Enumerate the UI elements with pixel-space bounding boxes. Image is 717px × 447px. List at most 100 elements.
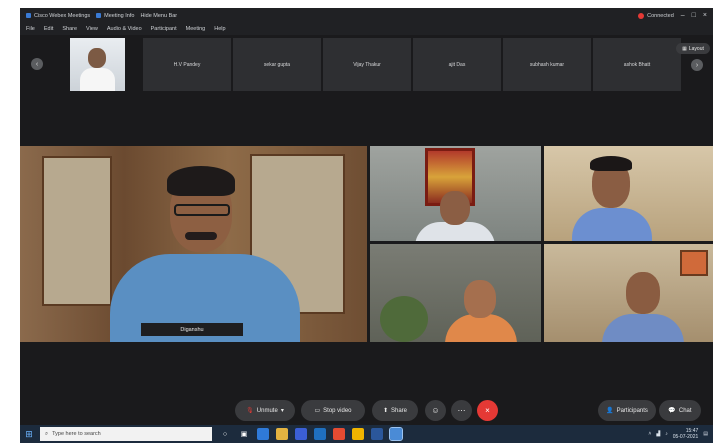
windows-taskbar: ⊞ ⌕ Type here to search ○ ▣ ˄ ▟ ♪ 15:47 … xyxy=(20,425,713,443)
menu-audio-video[interactable]: Audio & Video xyxy=(107,26,142,32)
share-button[interactable]: ⬆ Share xyxy=(372,400,418,421)
filmstrip-tile[interactable]: sekar gupta xyxy=(233,38,321,91)
clock[interactable]: 15:47 05-07-2021 xyxy=(673,428,699,440)
file-explorer-icon[interactable] xyxy=(276,428,288,440)
participant-name: ajit Das xyxy=(448,61,466,68)
title-bar: Cisco Webex Meetings Meeting Info Hide M… xyxy=(20,8,713,23)
participant-name: Vijay Thakur xyxy=(353,61,381,68)
office-icon[interactable] xyxy=(333,428,345,440)
speaker-name: Diganshu xyxy=(180,326,204,333)
participants-button[interactable]: 👤 Participants xyxy=(598,400,656,421)
meeting-info-label: Meeting Info xyxy=(104,12,135,19)
menu-view[interactable]: View xyxy=(86,26,98,32)
chevron-left-icon: ‹ xyxy=(35,60,39,68)
close-icon: × xyxy=(485,406,490,415)
participant-name: H.V Pandey xyxy=(173,61,201,68)
chevron-down-icon: ▾ xyxy=(280,408,284,414)
app-title: Cisco Webex Meetings xyxy=(34,12,91,19)
network-icon[interactable]: ▟ xyxy=(656,431,660,437)
info-icon xyxy=(96,13,102,18)
close-icon[interactable]: × xyxy=(703,12,707,19)
windows-logo-icon: ⊞ xyxy=(25,428,33,439)
filmstrip-tile[interactable]: ajit Das xyxy=(413,38,501,91)
participant-name: subhash kumar xyxy=(529,61,565,68)
meeting-controls: 🎙 Unmute ▾ ▭ Stop video ⬆ Share ☺ ⋯ × 👤 … xyxy=(20,396,713,425)
taskbar-search[interactable]: ⌕ Type here to search xyxy=(40,427,212,441)
webex-taskbar-icon[interactable] xyxy=(389,427,403,441)
participant-video[interactable] xyxy=(370,146,541,241)
reactions-button[interactable]: ☺ xyxy=(425,400,446,421)
stop-video-label: Stop video xyxy=(323,407,352,414)
more-icon: ⋯ xyxy=(457,406,466,415)
cortana-icon[interactable]: ○ xyxy=(219,428,231,440)
filmstrip: ‹ H.V Pandey sekar gupta Vijay Thakur aj… xyxy=(20,35,713,99)
menu-edit[interactable]: Edit xyxy=(44,26,53,32)
chrome-icon[interactable] xyxy=(352,428,364,440)
task-view-icon[interactable]: ▣ xyxy=(238,428,250,440)
filmstrip-next-button[interactable]: › xyxy=(691,59,703,71)
self-view-thumbnail[interactable] xyxy=(70,38,125,91)
clock-date: 05-07-2021 xyxy=(672,434,699,440)
system-tray: ˄ ▟ ♪ 15:47 05-07-2021 ▤ xyxy=(648,428,713,440)
menu-file[interactable]: File xyxy=(26,26,35,32)
menu-bar: File Edit Share View Audio & Video Parti… xyxy=(20,23,713,35)
filmstrip-tile[interactable]: H.V Pandey xyxy=(143,38,231,91)
unmute-button[interactable]: 🎙 Unmute ▾ xyxy=(235,400,295,421)
app-title-tab[interactable]: Cisco Webex Meetings xyxy=(26,13,90,19)
volume-icon[interactable]: ♪ xyxy=(665,431,668,437)
chat-bubble-icon: 💬 xyxy=(668,408,676,414)
layout-button[interactable]: ▦ Layout xyxy=(676,43,710,54)
layout-label: Layout xyxy=(688,45,704,52)
share-label: Share xyxy=(391,407,408,414)
participants-label: Participants xyxy=(616,407,648,414)
smiley-icon: ☺ xyxy=(431,406,440,415)
participant-name: sekar gupta xyxy=(263,61,291,68)
grid-icon: ▦ xyxy=(682,45,687,52)
wall-calendar xyxy=(680,250,708,276)
bookshelf xyxy=(42,156,112,306)
menu-share[interactable]: Share xyxy=(62,26,77,32)
stop-video-button[interactable]: ▭ Stop video xyxy=(301,400,365,421)
more-options-button[interactable]: ⋯ xyxy=(451,400,472,421)
chat-label: Chat xyxy=(678,407,692,414)
start-button[interactable]: ⊞ xyxy=(22,425,36,443)
filmstrip-tile[interactable]: subhash kumar xyxy=(503,38,591,91)
hide-menu-bar-label: Hide Menu Bar xyxy=(140,12,178,19)
notifications-icon[interactable]: ▤ xyxy=(703,431,708,437)
meeting-info-tab[interactable]: Meeting Info xyxy=(96,13,134,19)
active-speaker-video[interactable]: Diganshu xyxy=(20,146,367,342)
chevron-right-icon: › xyxy=(695,61,699,69)
unmute-label: Unmute xyxy=(256,407,278,414)
word-icon[interactable] xyxy=(371,428,383,440)
leave-meeting-button[interactable]: × xyxy=(477,400,498,421)
hide-menu-bar-toggle[interactable]: Hide Menu Bar xyxy=(140,13,177,19)
search-placeholder: Type here to search xyxy=(52,431,101,437)
plant xyxy=(380,296,428,342)
share-icon: ⬆ xyxy=(382,408,388,414)
menu-participant[interactable]: Participant xyxy=(151,26,177,32)
webex-logo-icon xyxy=(26,13,31,18)
video-camera-icon: ▭ xyxy=(314,408,321,414)
participant-video[interactable] xyxy=(544,146,713,241)
mic-off-icon: 🎙 xyxy=(246,408,254,414)
edge-browser-icon[interactable] xyxy=(257,428,269,440)
search-icon: ⌕ xyxy=(45,430,49,437)
menu-meeting[interactable]: Meeting xyxy=(186,26,206,32)
webex-window: Cisco Webex Meetings Meeting Info Hide M… xyxy=(20,8,713,425)
filmstrip-prev-button[interactable]: ‹ xyxy=(31,58,43,70)
filmstrip-tile[interactable]: ashok Bhatt xyxy=(593,38,681,91)
minimize-icon[interactable]: – xyxy=(681,12,685,19)
filmstrip-tile[interactable]: Vijay Thakur xyxy=(323,38,411,91)
participant-video[interactable] xyxy=(370,244,541,342)
participant-video[interactable] xyxy=(544,244,713,342)
chevron-up-icon[interactable]: ˄ xyxy=(648,431,651,437)
chat-button[interactable]: 💬 Chat xyxy=(659,400,701,421)
speaker-name-label: Diganshu xyxy=(141,323,243,336)
mail-icon[interactable] xyxy=(314,428,326,440)
store-icon[interactable] xyxy=(295,428,307,440)
participant-name: ashok Bhatt xyxy=(623,61,651,68)
connection-status-icon xyxy=(638,12,645,19)
menu-help[interactable]: Help xyxy=(214,26,225,32)
person-icon: 👤 xyxy=(606,408,614,414)
maximize-icon[interactable]: □ xyxy=(692,12,696,19)
